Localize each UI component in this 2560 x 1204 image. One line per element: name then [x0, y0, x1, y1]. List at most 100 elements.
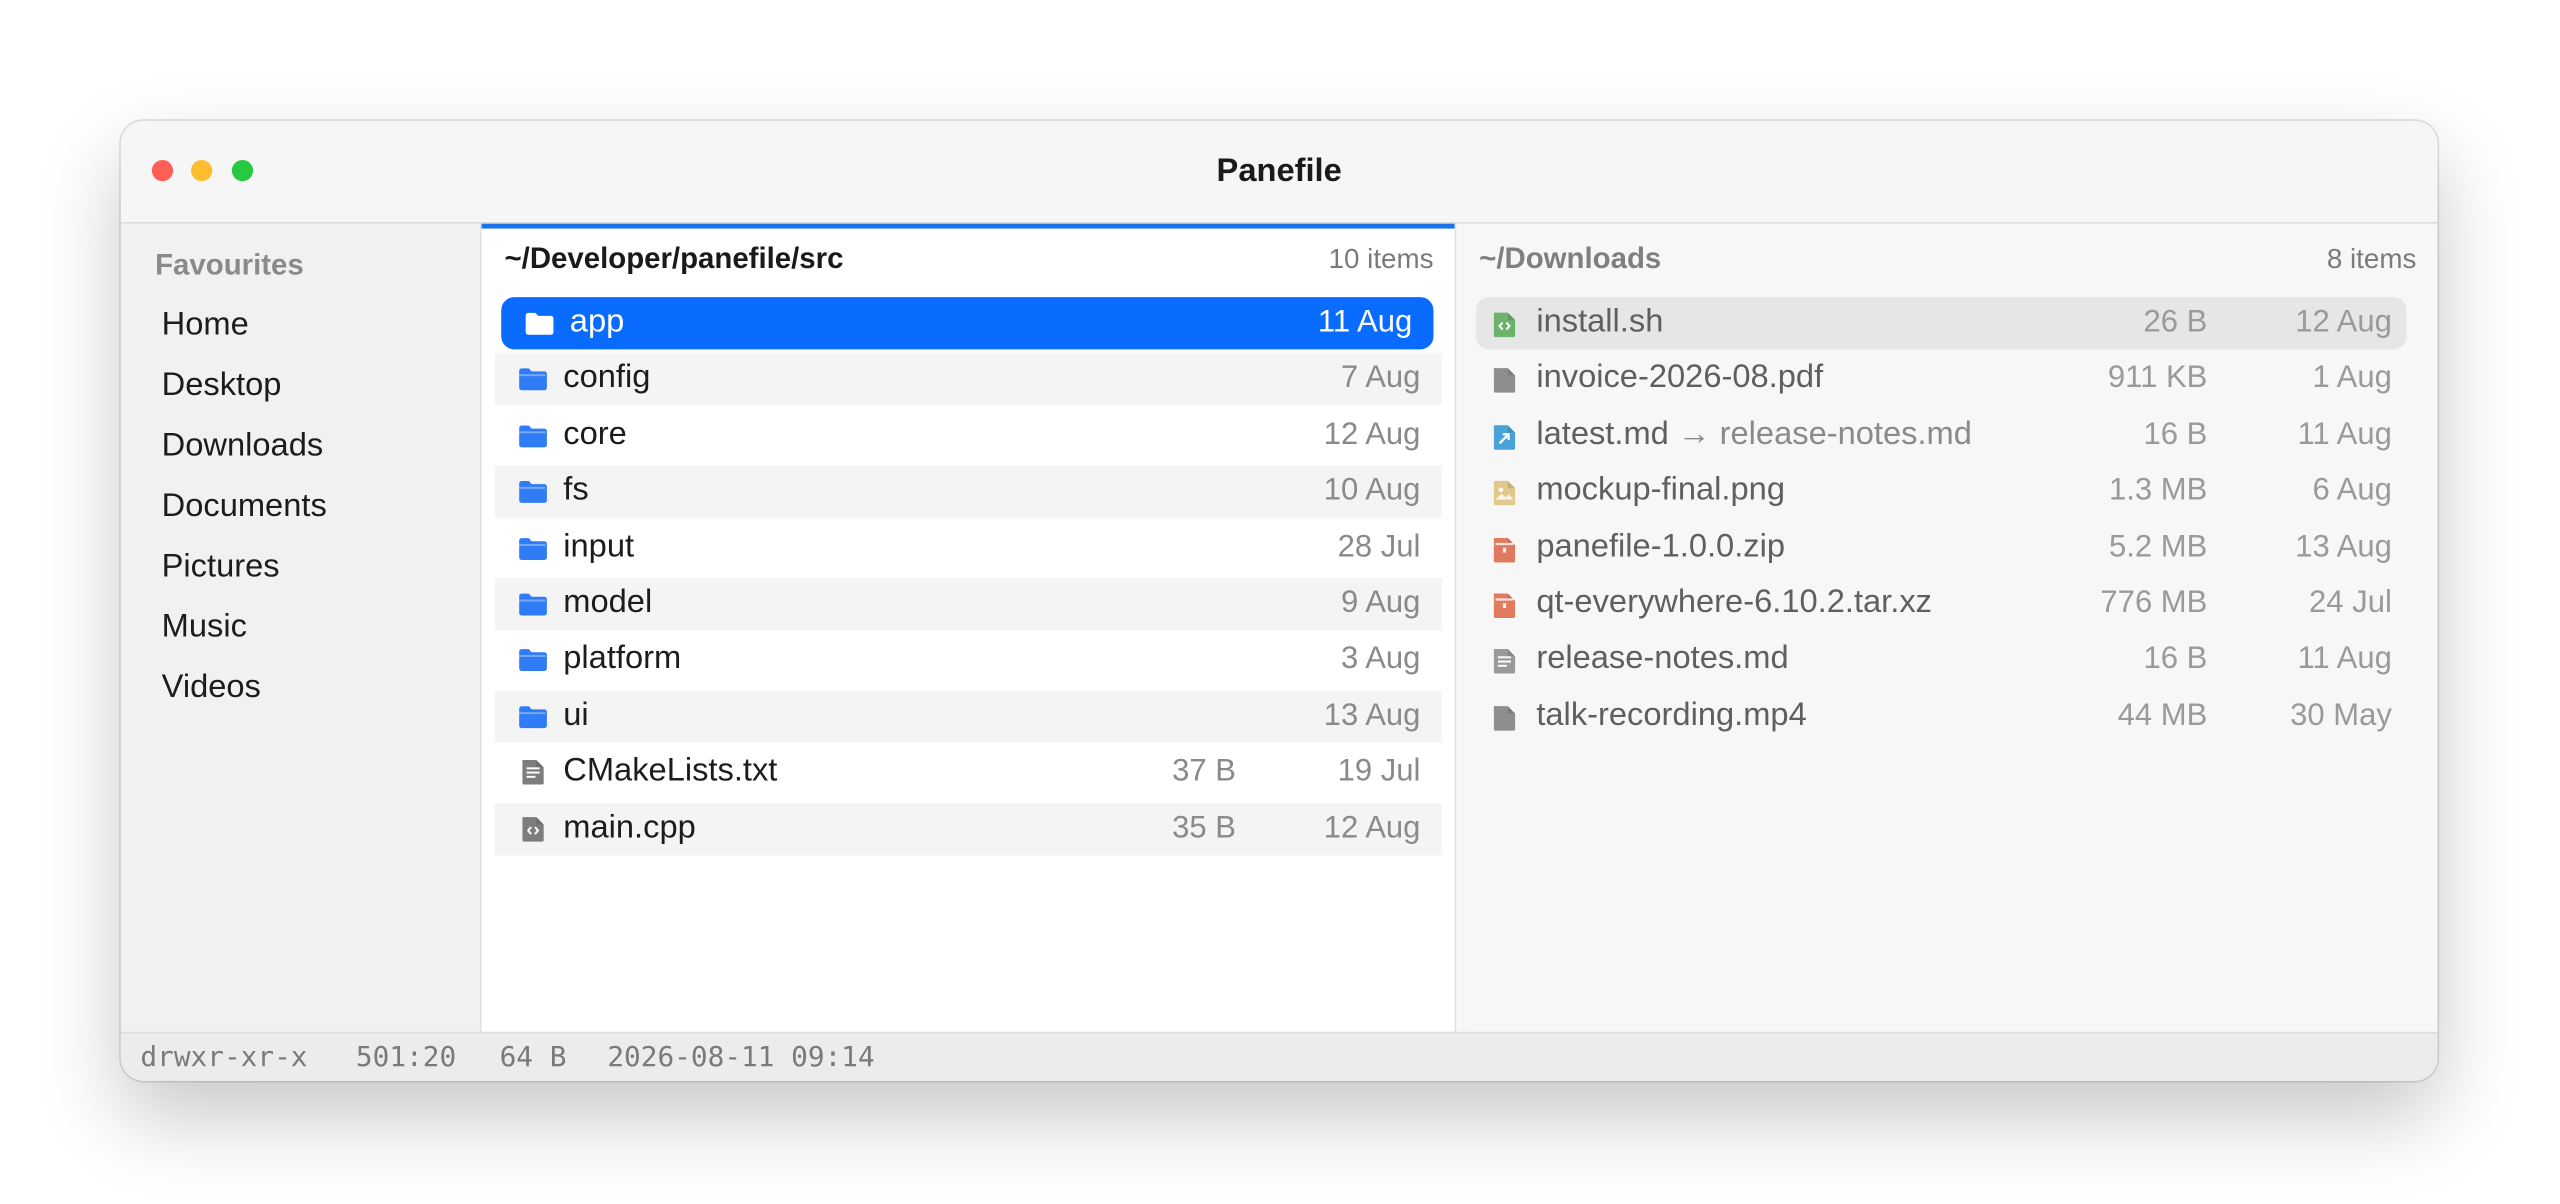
archive-file-icon	[1492, 535, 1516, 563]
file-date: 11 Aug	[1317, 305, 1413, 340]
file-date: 11 Aug	[2297, 417, 2392, 452]
file-name-group: latest.md → release-notes.md	[1536, 416, 1972, 454]
file-name: main.cpp	[563, 809, 696, 846]
file-date: 9 Aug	[1341, 586, 1421, 621]
pane-item-count: 8 items	[2326, 243, 2417, 275]
status-owner: 501:20	[355, 1041, 457, 1075]
file-date: 10 Aug	[1323, 473, 1421, 509]
document-file-icon	[1492, 366, 1516, 394]
file-date: 28 Jul	[1337, 529, 1421, 565]
file-size: 16 B	[2143, 417, 2208, 452]
file-name-group: invoice-2026-08.pdf	[1536, 360, 1823, 398]
file-size: 26 B	[2143, 305, 2208, 340]
sidebar-item-music[interactable]: Music	[162, 609, 247, 647]
script-file-icon	[1492, 310, 1516, 338]
file-size: 911 KB	[2107, 361, 2208, 396]
file-name: talk-recording.mp4	[1536, 696, 1807, 733]
file-name: panefile-1.0.0.zip	[1536, 528, 1786, 565]
file-name: ui	[563, 696, 589, 733]
file-row-talk-recording-mp4[interactable]: talk-recording.mp4 44 MB 30 May	[1476, 690, 2407, 742]
file-row-install-sh[interactable]: install.sh 26 B 12 Aug	[1475, 297, 2407, 350]
file-name: core	[563, 415, 627, 452]
file-name-group: install.sh	[1536, 304, 1663, 342]
file-name: latest.md	[1536, 415, 1669, 452]
file-name-group: qt-everywhere-6.10.2.tar.xz	[1536, 584, 1932, 622]
file-row-input[interactable]: input 28 Jul	[495, 522, 1442, 574]
file-name: platform	[563, 640, 682, 677]
file-date: 12 Aug	[1323, 810, 1421, 846]
file-name: install.sh	[1536, 303, 1664, 340]
sidebar-item-downloads[interactable]: Downloads	[162, 428, 324, 466]
status-permissions: drwxr-xr-x	[140, 1041, 308, 1075]
file-date: 11 Aug	[2297, 642, 2392, 677]
folder-icon	[518, 591, 547, 617]
sidebar-item-documents[interactable]: Documents	[162, 488, 327, 526]
left-file-pane[interactable]: ~/Developer/panefile/src 10 items app 11 …	[481, 223, 1455, 1032]
file-row-core[interactable]: core 12 Aug	[495, 409, 1442, 461]
file-row-fs[interactable]: fs 10 Aug	[494, 465, 1442, 518]
file-date: 13 Aug	[2295, 529, 2392, 565]
status-modified: 2026-08-11 09:14	[607, 1041, 875, 1075]
folder-icon	[518, 647, 547, 673]
file-row-qt-everywhere-6-10-2-tar-xz[interactable]: qt-everywhere-6.10.2.tar.xz 776 MB 24 Jul	[1476, 578, 2407, 630]
file-row-model[interactable]: model 9 Aug	[494, 577, 1442, 631]
text-file-icon	[1492, 647, 1516, 675]
file-size: 5.2 MB	[2109, 529, 2208, 565]
file-size: 776 MB	[2100, 586, 2208, 621]
pane-path: ~/Developer/panefile/src	[504, 241, 844, 275]
file-date: 12 Aug	[2295, 305, 2392, 340]
file-size: 44 MB	[2117, 698, 2208, 733]
file-name: model	[563, 584, 653, 621]
file-row-cmakelists-txt[interactable]: CMakeLists.txt 37 B 19 Jul	[495, 746, 1442, 798]
file-name: CMakeLists.txt	[563, 752, 778, 789]
file-row-platform[interactable]: platform 3 Aug	[495, 634, 1442, 686]
file-size: 37 B	[1172, 754, 1236, 789]
file-name: mockup-final.png	[1536, 472, 1786, 509]
file-size: 35 B	[1172, 810, 1236, 846]
sidebar-item-pictures[interactable]: Pictures	[162, 549, 280, 587]
folder-icon	[518, 423, 547, 449]
sidebar-item-videos[interactable]: Videos	[162, 669, 261, 707]
right-file-pane[interactable]: ~/Downloads 8 items install.sh 26 B 12 Aug…	[1456, 223, 2438, 1032]
image-file-icon	[1492, 479, 1516, 507]
file-date: 12 Aug	[1323, 417, 1421, 452]
folder-icon	[524, 310, 554, 336]
file-date: 7 Aug	[1341, 361, 1421, 396]
file-row-ui[interactable]: ui 13 Aug	[494, 690, 1442, 743]
file-row-invoice-2026-08-pdf[interactable]: invoice-2026-08.pdf 911 KB 1 Aug	[1476, 353, 2407, 405]
file-date: 1 Aug	[2312, 361, 2392, 396]
file-name: fs	[563, 472, 589, 509]
folder-icon	[518, 479, 547, 505]
video-file-icon	[1492, 703, 1516, 731]
sidebar-item-home[interactable]: Home	[162, 307, 249, 345]
file-size: 1.3 MB	[2109, 473, 2208, 509]
file-row-mockup-final-png[interactable]: mockup-final.png 1.3 MB 6 Aug	[1476, 466, 2407, 518]
file-date: 19 Jul	[1337, 754, 1421, 789]
sidebar-heading: Favourites	[155, 248, 304, 281]
code-file-icon	[521, 814, 550, 841]
file-row-latest-md[interactable]: latest.md → release-notes.md 16 B 11 Aug	[1476, 409, 2407, 461]
file-name: config	[563, 359, 651, 396]
file-row-panefile-1-0-0-zip[interactable]: panefile-1.0.0.zip 5.2 MB 13 Aug	[1476, 522, 2407, 574]
title-bar: Panefile	[120, 120, 2438, 224]
text-file-icon	[521, 758, 550, 785]
symlink-file-icon	[1492, 423, 1516, 451]
file-name: invoice-2026-08.pdf	[1536, 359, 1824, 396]
sidebar: Favourites Home Desktop Downloads Docume…	[120, 223, 482, 1032]
file-size: 16 B	[2143, 642, 2208, 677]
file-row-config[interactable]: config 7 Aug	[494, 353, 1442, 406]
file-name-group: talk-recording.mp4	[1536, 697, 1806, 735]
symlink-target: → release-notes.md	[1677, 415, 1972, 452]
pane-item-count: 10 items	[1328, 243, 1434, 275]
status-size: 64 B	[499, 1041, 567, 1075]
file-date: 30 May	[2290, 698, 2392, 733]
file-name-group: release-notes.md	[1536, 641, 1788, 679]
app-window: Panefile Favourites Home Desktop Downloa…	[120, 120, 2438, 1081]
file-date: 24 Jul	[2309, 586, 2392, 621]
file-row-main-cpp[interactable]: main.cpp 35 B 12 Aug	[494, 802, 1442, 855]
file-row-release-notes-md[interactable]: release-notes.md 16 B 11 Aug	[1476, 634, 2407, 686]
folder-icon	[518, 535, 547, 561]
sidebar-item-desktop[interactable]: Desktop	[162, 367, 282, 405]
file-row-app[interactable]: app 11 Aug	[501, 297, 1434, 350]
file-date: 6 Aug	[2312, 473, 2392, 509]
